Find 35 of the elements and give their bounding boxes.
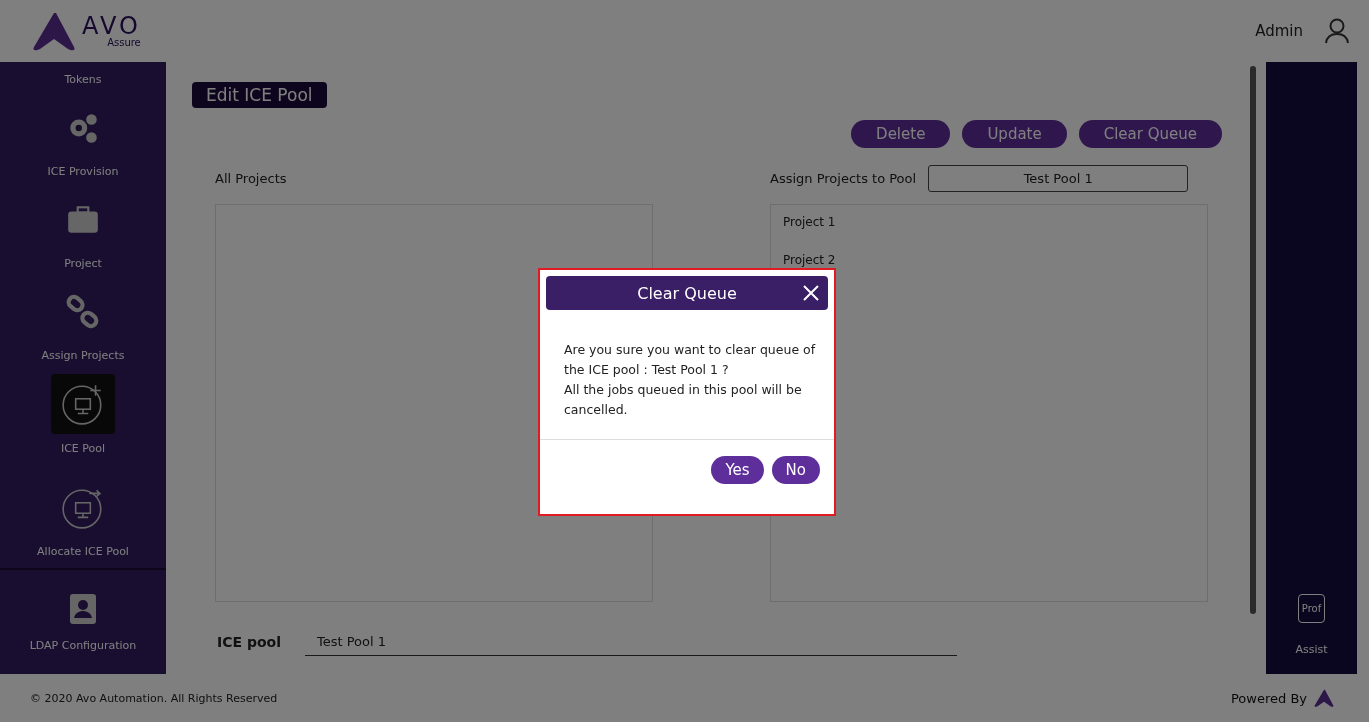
- user-icon[interactable]: [1325, 18, 1349, 44]
- chain-link-icon: [65, 293, 101, 330]
- dialog-message: Are you sure you want to clear queue of the ICE pool : Test Pool 1 ? All the jobs queued in this pool will be cancelled.: [540, 310, 834, 440]
- sidebar-item[interactable]: Tokens: [0, 62, 166, 86]
- sidebar-item[interactable]: ICE Provision: [0, 86, 166, 178]
- sidebar-item[interactable]: Allocate ICE Pool: [0, 466, 166, 558]
- assist-label: Assist: [1295, 643, 1328, 656]
- contact-book-icon: [68, 592, 98, 625]
- dialog-title: Clear Queue: [637, 283, 737, 303]
- logo-subtext: Assure: [107, 38, 141, 48]
- sidebar-item[interactable]: Project: [0, 178, 166, 270]
- assign-projects-label: Assign Projects to Pool: [770, 169, 917, 188]
- pool-name-field[interactable]: Test Pool 1: [928, 164, 1189, 192]
- scrollbar[interactable]: [1250, 66, 1256, 614]
- copyright-text: © 2020 Avo Automation. All Rights Reserved: [30, 691, 278, 705]
- action-button[interactable]: Delete: [851, 120, 951, 148]
- project-item[interactable]: Project 2: [783, 253, 836, 267]
- dialog-button[interactable]: Yes: [711, 456, 764, 484]
- sidebar-item[interactable]: ICE Pool: [0, 362, 166, 466]
- close-icon[interactable]: [802, 284, 820, 302]
- dialog-button[interactable]: No: [771, 456, 820, 484]
- powered-by-text: Powered By: [1231, 690, 1307, 706]
- all-projects-label: All Projects: [215, 169, 288, 188]
- sidebar-item[interactable]: LDAP Configuration: [29, 638, 137, 652]
- action-button[interactable]: Update: [962, 120, 1067, 148]
- logo-text: AVO: [82, 14, 141, 38]
- page-title-tab[interactable]: Edit ICE Pool: [192, 82, 327, 108]
- ice-pool-field[interactable]: Test Pool 1: [305, 628, 957, 656]
- user-name: Admin: [1255, 22, 1303, 40]
- ice-pool-label: ICE pool: [217, 634, 282, 650]
- logo-icon: [1313, 688, 1335, 708]
- assist-badge[interactable]: Prof: [1297, 594, 1326, 623]
- sidebar-item[interactable]: Assign Projects: [0, 270, 166, 362]
- project-item[interactable]: Project 1: [783, 215, 836, 229]
- action-button[interactable]: Clear Queue: [1078, 120, 1222, 148]
